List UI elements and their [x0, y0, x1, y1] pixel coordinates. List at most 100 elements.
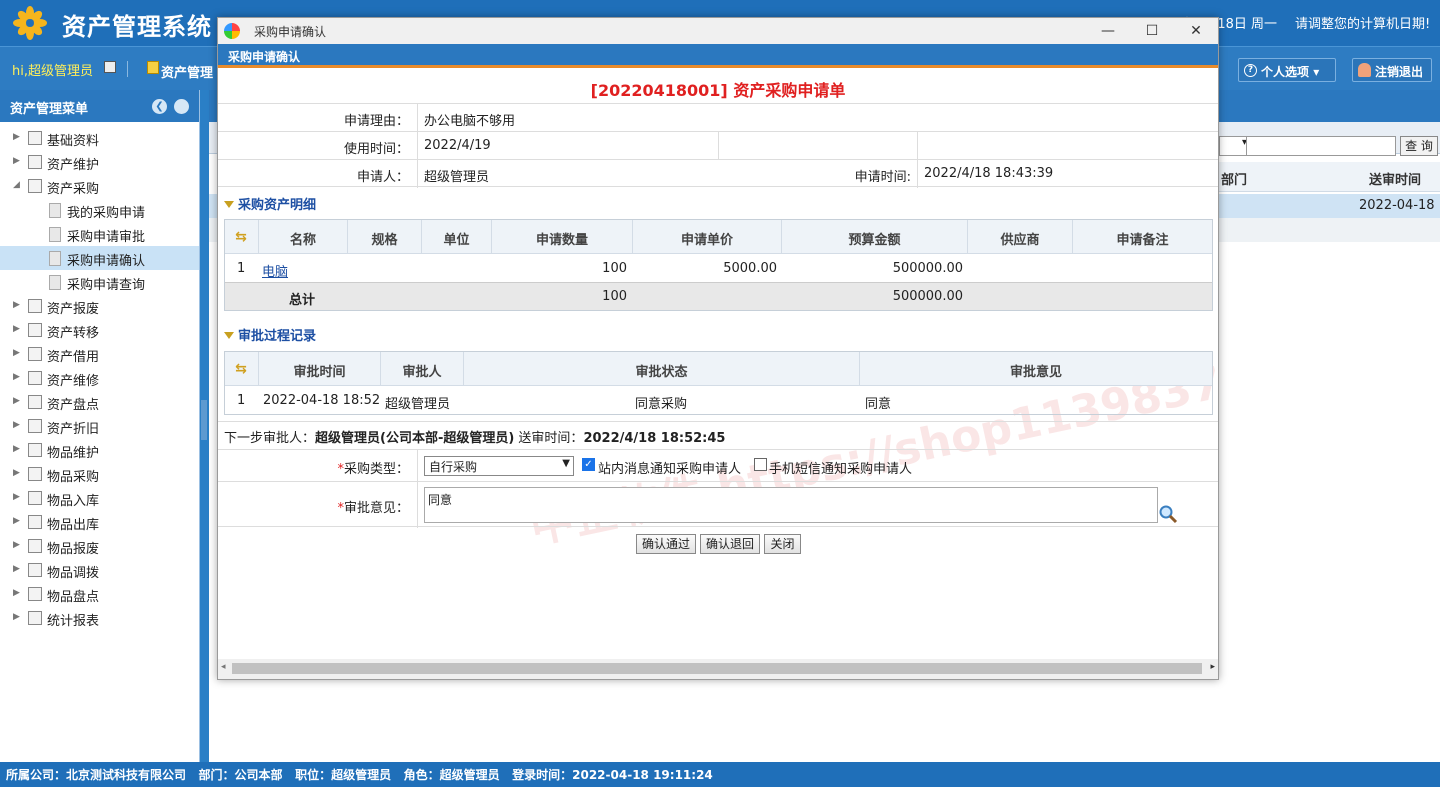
sidebar-item-label: 统计报表	[47, 614, 100, 629]
notify-sms-checkbox[interactable]	[754, 458, 767, 471]
refresh-header-cell[interactable]: ⇆	[225, 220, 259, 254]
purchase-type-select[interactable]: 自行采购 ▼	[424, 456, 574, 476]
apply-time-value: 2022/4/18 18:43:39	[924, 166, 1054, 181]
sidebar-item[interactable]: ▶ 物品盘点	[0, 582, 199, 606]
maximize-icon[interactable]: ☐	[1130, 20, 1174, 42]
reason-value: 办公电脑不够用	[424, 114, 516, 129]
reason-label: 申请理由：	[218, 104, 418, 132]
logout-button[interactable]: 注销退出	[1352, 58, 1432, 82]
chevron-right-icon[interactable]: ▶	[13, 468, 20, 478]
sidebar-item[interactable]: ▶ 物品维护	[0, 438, 199, 462]
sidebar-item-label: 物品维护	[47, 446, 100, 461]
sidebar-item[interactable]: ▶ 资产维修	[0, 366, 199, 390]
collapse-triangle-icon	[224, 201, 234, 208]
sidebar-item[interactable]: ▶ 物品报废	[0, 534, 199, 558]
menu-icon	[28, 299, 42, 313]
chevron-right-icon[interactable]: ▶	[13, 420, 20, 430]
menu-icon	[28, 587, 42, 601]
sidebar-item[interactable]: ▶ 资产借用	[0, 342, 199, 366]
chevron-right-icon[interactable]: ▶	[13, 396, 20, 406]
sidebar-item[interactable]: ◢ 资产采购	[0, 174, 199, 198]
sidebar-item-label: 物品出库	[47, 518, 100, 533]
scroll-right-icon[interactable]: ▸	[1210, 662, 1215, 672]
notify-sms-label[interactable]: 手机短信通知采购申请人	[769, 458, 912, 477]
confirm-return-button[interactable]: 确认退回	[700, 534, 760, 554]
detail-price: 5000.00	[723, 261, 777, 276]
sidebar-item[interactable]: ▶ 物品采购	[0, 462, 199, 486]
chevron-right-icon[interactable]: ▶	[13, 588, 20, 598]
chevron-right-icon[interactable]: ▶	[13, 132, 20, 142]
sidebar-item-label: 资产维护	[47, 158, 100, 173]
sidebar-item-label: 资产借用	[47, 350, 100, 365]
page-icon	[49, 251, 61, 266]
scroll-left-icon[interactable]: ◂	[221, 662, 226, 672]
query-button[interactable]: 查 询	[1400, 136, 1438, 156]
user-greeting: hi,超级管理员	[12, 64, 93, 79]
sidebar-item[interactable]: ▶ 物品入库	[0, 486, 199, 510]
col-approve-time: 审批时间	[259, 352, 381, 386]
menu-icon	[28, 419, 42, 433]
sidebar-item[interactable]: ▶ 物品调拨	[0, 558, 199, 582]
chevron-right-icon[interactable]: ▶	[13, 324, 20, 334]
chevron-right-icon[interactable]: ▶	[13, 372, 20, 382]
refresh-icon[interactable]: ⇆	[233, 362, 249, 376]
chevron-right-icon[interactable]: ▶	[13, 300, 20, 310]
chevron-right-icon[interactable]: ▶	[13, 612, 20, 622]
sidebar-item[interactable]: ▶ 资产维护	[0, 150, 199, 174]
horizontal-scrollbar[interactable]: ◂ ▸	[218, 659, 1218, 679]
col-qty: 申请数量	[492, 220, 633, 254]
sidebar-item[interactable]: ▶ 资产报废	[0, 294, 199, 318]
sidebar-item[interactable]: 我的采购申请	[0, 198, 199, 222]
personal-options-button[interactable]: ? 个人选项 ▾	[1238, 58, 1336, 82]
sidebar-splitter[interactable]	[200, 90, 208, 762]
opinion-textarea[interactable]: 同意	[424, 487, 1158, 523]
chevron-right-icon[interactable]: ▶	[13, 348, 20, 358]
approval-approver: 超级管理员	[385, 397, 451, 412]
close-icon[interactable]: ✕	[1174, 20, 1218, 42]
sidebar-item-label: 采购申请查询	[67, 278, 146, 293]
detail-section-title[interactable]: 采购资产明细	[224, 194, 316, 213]
refresh-icon[interactable]: ⇆	[233, 230, 249, 244]
chevron-right-icon[interactable]: ▶	[13, 492, 20, 502]
approval-time: 2022-04-18 18:52	[263, 393, 381, 408]
menu-icon	[28, 515, 42, 529]
close-button[interactable]: 关闭	[764, 534, 801, 554]
opinion-row: *审批意见： 同意	[218, 481, 1218, 528]
sidebar-item[interactable]: ▶ 资产盘点	[0, 390, 199, 414]
notify-site-label[interactable]: 站内消息通知采购申请人	[598, 458, 741, 477]
page-icon	[49, 203, 61, 218]
user-card-icon[interactable]	[104, 61, 116, 73]
chevron-right-icon[interactable]: ▶	[13, 444, 20, 454]
chevron-right-icon[interactable]: ▶	[13, 564, 20, 574]
confirm-pass-button[interactable]: 确认通过	[636, 534, 696, 554]
sidebar-item[interactable]: ▶ 统计报表	[0, 606, 199, 630]
chevron-right-icon[interactable]: ▶	[13, 156, 20, 166]
sidebar-item-label: 物品报废	[47, 542, 100, 557]
sidebar-item[interactable]: ▶ 资产转移	[0, 318, 199, 342]
notify-site-checkbox[interactable]: ✓	[582, 458, 595, 471]
refresh-header-cell[interactable]: ⇆	[225, 352, 259, 386]
sidebar-item[interactable]: ▶ 基础资料	[0, 126, 199, 150]
detail-item-link[interactable]: 电脑	[262, 261, 288, 280]
chevron-right-icon[interactable]: ▶	[13, 540, 20, 550]
sidebar-item[interactable]: 采购申请查询	[0, 270, 199, 294]
asset-management-link[interactable]: 资产管理	[161, 62, 213, 81]
opinion-label-text: 审批意见：	[343, 501, 409, 516]
sidebar-item[interactable]: ▶ 物品出库	[0, 510, 199, 534]
splitter-grip[interactable]	[201, 400, 207, 440]
settings-icon[interactable]	[174, 99, 189, 114]
sidebar-item[interactable]: 采购申请确认	[0, 246, 199, 270]
sidebar-item[interactable]: ▶ 资产折旧	[0, 414, 199, 438]
applicant-value: 超级管理员	[424, 170, 490, 185]
search-input[interactable]	[1246, 136, 1396, 156]
chevron-down-icon[interactable]: ◢	[13, 180, 20, 190]
chevron-right-icon[interactable]: ▶	[13, 516, 20, 526]
applicant-label: 申请人：	[218, 160, 418, 188]
search-icon[interactable]	[1158, 504, 1178, 524]
dialog-titlebar[interactable]: 采购申请确认 — ☐ ✕	[218, 18, 1218, 44]
sidebar-item[interactable]: 采购申请审批	[0, 222, 199, 246]
approval-section-title[interactable]: 审批过程记录	[224, 325, 316, 344]
collapse-icon[interactable]: ❮	[152, 99, 167, 114]
minimize-icon[interactable]: —	[1086, 20, 1130, 42]
scrollbar-thumb[interactable]	[232, 663, 1202, 674]
